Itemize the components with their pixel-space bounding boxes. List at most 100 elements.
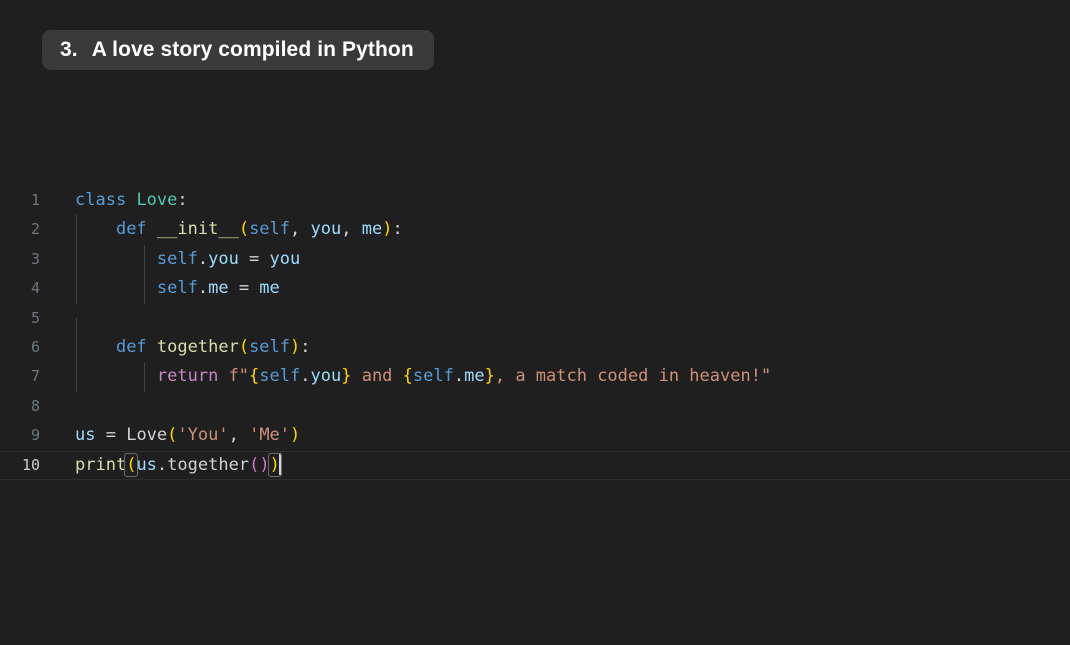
code-token: together (167, 454, 250, 475)
code-token: Love (136, 190, 178, 210)
line-number: 2 (30, 220, 40, 239)
code-token: 'You' (177, 425, 229, 446)
code-token: Love (126, 425, 168, 446)
code-token: = (95, 425, 127, 446)
slide-title-index: 3. (60, 38, 78, 61)
code-token: us (136, 454, 157, 475)
code-line[interactable]: 7 return f"{self.you} and {self.me}, a m… (0, 362, 1070, 392)
code-token: , (228, 425, 250, 446)
code-line[interactable]: 6 def together(self): (0, 332, 1070, 363)
code-line-content: print(us.together()) (40, 451, 1070, 480)
code-line[interactable]: 5 (0, 304, 1070, 348)
code-token: me (208, 278, 229, 299)
code-token: ) (382, 219, 393, 240)
code-line-content: def together(self): (40, 332, 1070, 363)
code-line-content: def __init__(self, you, me): (40, 215, 1070, 245)
code-token: } (484, 366, 495, 387)
code-token: me (259, 278, 280, 299)
code-token: me (464, 366, 485, 387)
code-token: ( (238, 336, 250, 357)
code-token: = (228, 278, 260, 299)
code-token: . (197, 248, 209, 269)
line-number: 3 (30, 249, 40, 268)
code-line-content: us = Love('You', 'Me') (40, 421, 1070, 450)
code-token: self (249, 219, 291, 240)
indent-guide (144, 362, 145, 392)
code-token: together (156, 336, 239, 357)
line-number: 1 (30, 191, 40, 209)
slide-title-text: A love story compiled in Python (91, 38, 414, 61)
code-token: { (402, 366, 413, 387)
line-number: 10 (21, 455, 40, 474)
line-number: 6 (30, 337, 40, 356)
code-token: self (412, 366, 454, 387)
code-token: you (310, 219, 342, 240)
indent-guide (144, 244, 145, 275)
matched-bracket: ( (124, 452, 139, 477)
code-token: ( (238, 219, 250, 240)
code-line[interactable]: 2 def __init__(self, you, me): (0, 215, 1070, 245)
code-token: : (300, 336, 311, 357)
code-screenshot-root: 3. A love story compiled in Python 1 clas… (0, 0, 1070, 645)
code-token: . (453, 366, 465, 387)
indent-guide (76, 332, 77, 363)
code-editor[interactable]: 1 class Love: 2 def __init__(self, you, me… (0, 186, 1070, 645)
code-line[interactable]: 10 print(us.together()) (0, 450, 1070, 481)
code-token: ) (259, 454, 270, 475)
code-token: : (392, 219, 403, 240)
code-token: ( (249, 454, 260, 475)
code-token: class (75, 190, 127, 210)
code-line[interactable]: 1 class Love: (0, 186, 1070, 215)
indent-guide (76, 362, 77, 392)
indent-guide (144, 274, 145, 304)
code-token: self (259, 366, 301, 387)
code-token: print (75, 454, 127, 475)
code-token: self (249, 336, 291, 357)
code-token: def (115, 219, 147, 240)
code-token: ) (290, 425, 301, 446)
code-token: you (310, 366, 342, 387)
code-token: us (75, 425, 96, 446)
indent-guide (76, 215, 77, 245)
code-token: self (156, 278, 198, 299)
code-token: self (156, 248, 198, 269)
code-line[interactable]: 3 self.you = you (0, 244, 1070, 275)
code-token: ) (290, 336, 301, 357)
line-number: 7 (30, 367, 40, 386)
line-number: 5 (30, 308, 40, 327)
indent-guide (76, 244, 77, 275)
code-token: f" (228, 366, 250, 387)
code-token: } (341, 366, 352, 387)
code-token: me (361, 219, 383, 240)
code-line-content: class Love: (40, 186, 1070, 215)
code-token: you (269, 248, 301, 269)
code-token: ( (167, 425, 178, 446)
code-line-content: return f"{self.you} and {self.me}, a mat… (40, 362, 1070, 392)
code-line[interactable]: 9 us = Love('You', 'Me') (0, 421, 1070, 450)
code-line[interactable]: 4 self.me = me (0, 274, 1070, 304)
indent-guide (76, 274, 77, 304)
code-token: , (290, 219, 311, 240)
code-token: . (156, 454, 168, 475)
code-line-content: self.me = me (40, 274, 1070, 304)
code-token: you (208, 248, 239, 269)
slide-title-pill: 3. A love story compiled in Python (42, 30, 434, 70)
code-token: return (156, 366, 219, 387)
code-token: def (115, 336, 147, 357)
code-token: 'Me' (249, 425, 291, 446)
code-token: and (351, 366, 403, 387)
line-number: 4 (30, 279, 40, 298)
text-cursor (278, 452, 281, 475)
code-token: . (300, 366, 311, 387)
code-token: . (197, 278, 209, 299)
code-line[interactable]: 8 (0, 392, 1070, 421)
line-number: 8 (30, 396, 40, 415)
code-token: : (177, 190, 188, 210)
code-token: = (238, 248, 270, 269)
